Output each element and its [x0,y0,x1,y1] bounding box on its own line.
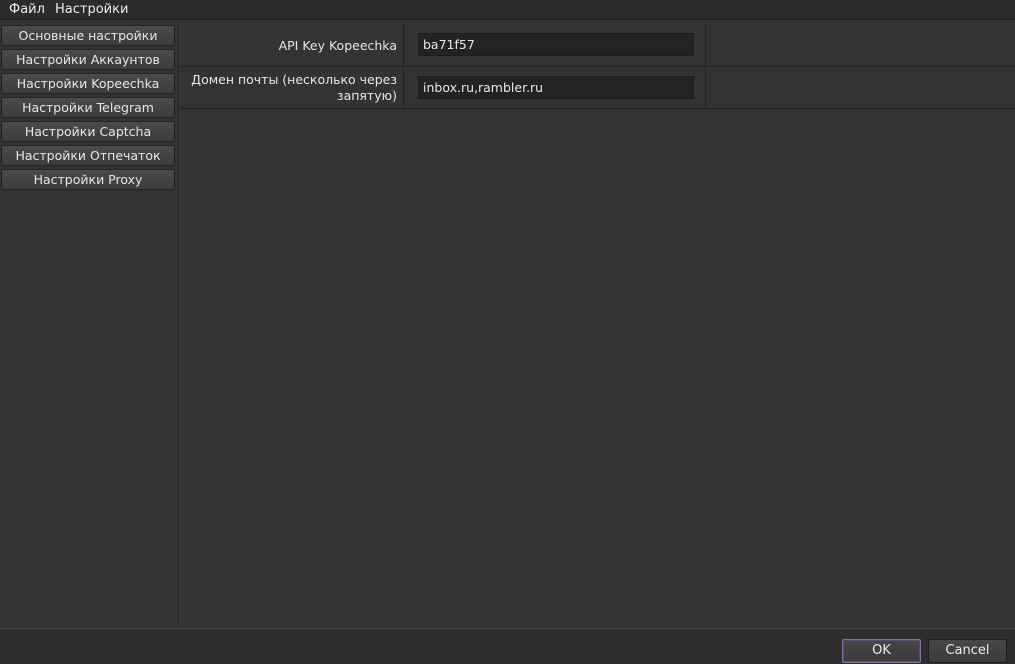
menu-bar: Файл Настройки [0,0,1015,20]
row-value-cell [404,67,706,108]
settings-row-api-key: API Key Kopeechka [180,24,1015,67]
api-key-label: API Key Kopeechka [278,38,397,53]
sidebar-item-general[interactable]: Основные настройки [1,25,175,46]
row-label-cell: API Key Kopeechka [180,24,404,66]
sidebar-item-accounts[interactable]: Настройки Аккаунтов [1,49,175,70]
settings-row-mail-domain: Домен почты (несколько через запятую) [180,67,1015,109]
mail-domain-label-line1: Домен почты (несколько через [191,72,397,87]
api-key-input[interactable] [418,33,694,56]
ok-button[interactable]: OK [842,639,921,663]
menu-settings[interactable]: Настройки [55,1,128,18]
row-label-cell: Домен почты (несколько через запятую) [180,67,404,108]
sidebar-item-proxy[interactable]: Настройки Proxy [1,169,175,190]
sidebar-item-captcha[interactable]: Настройки Captcha [1,121,175,142]
sidebar-item-kopeechka[interactable]: Настройки Kopeechka [1,73,175,94]
sidebar-item-telegram[interactable]: Настройки Telegram [1,97,175,118]
settings-content: API Key Kopeechka Домен почты (несколько… [179,20,1015,628]
mail-domain-label-line2: запятую) [336,88,397,103]
settings-window: Файл Настройки Основные настройки Настро… [0,0,1015,664]
settings-sidebar: Основные настройки Настройки Аккаунтов Н… [0,20,179,628]
mail-domain-input[interactable] [418,76,694,99]
sidebar-item-fingerprint[interactable]: Настройки Отпечаток [1,145,175,166]
dialog-footer: OK Cancel [0,628,1015,664]
row-value-cell [404,24,706,66]
cancel-button[interactable]: Cancel [928,639,1007,663]
menu-file[interactable]: Файл [9,1,45,18]
